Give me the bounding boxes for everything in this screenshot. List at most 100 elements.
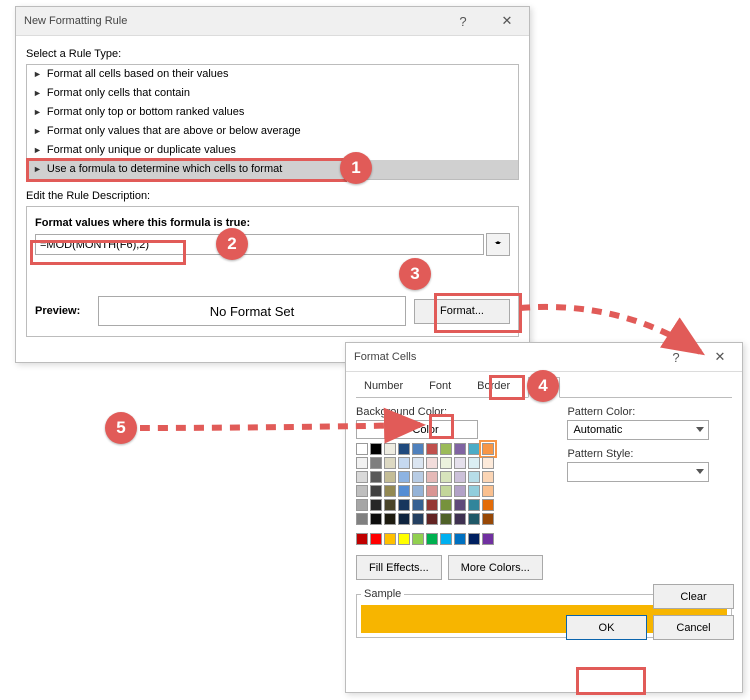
color-swatch[interactable]	[426, 443, 438, 455]
rule-type-item[interactable]: ►Format all cells based on their values	[27, 65, 518, 84]
color-swatch[interactable]	[412, 471, 424, 483]
color-swatch[interactable]	[398, 513, 410, 525]
color-swatch[interactable]	[356, 499, 368, 511]
color-swatch[interactable]	[370, 485, 382, 497]
color-swatch[interactable]	[384, 499, 396, 511]
arrow-icon: ►	[33, 107, 42, 117]
format-button[interactable]: Format...	[414, 299, 510, 324]
color-swatch[interactable]	[384, 471, 396, 483]
color-swatch[interactable]	[412, 485, 424, 497]
color-swatch[interactable]	[454, 471, 466, 483]
color-swatch[interactable]	[398, 443, 410, 455]
pattern-style-dropdown[interactable]	[567, 462, 709, 482]
fill-effects-button[interactable]: Fill Effects...	[356, 555, 442, 580]
color-swatch[interactable]	[384, 485, 396, 497]
color-swatch[interactable]	[398, 457, 410, 469]
color-swatch[interactable]	[384, 457, 396, 469]
color-swatch[interactable]	[370, 533, 382, 545]
color-swatch[interactable]	[412, 443, 424, 455]
color-swatch[interactable]	[454, 533, 466, 545]
color-swatch[interactable]	[482, 443, 494, 455]
arrow-icon: ►	[33, 88, 42, 98]
cancel-button[interactable]: Cancel	[653, 615, 734, 640]
color-swatch[interactable]	[370, 513, 382, 525]
color-swatch[interactable]	[370, 457, 382, 469]
color-swatch[interactable]	[370, 499, 382, 511]
color-swatch[interactable]	[440, 499, 452, 511]
color-swatch[interactable]	[468, 499, 480, 511]
rule-type-item[interactable]: ►Format only values that are above or be…	[27, 122, 518, 141]
color-swatch[interactable]	[454, 457, 466, 469]
help-button[interactable]: ?	[441, 7, 485, 35]
color-swatch[interactable]	[412, 513, 424, 525]
tab-border[interactable]: Border	[469, 377, 518, 398]
color-swatch[interactable]	[440, 485, 452, 497]
pattern-style-label: Pattern Style:	[567, 448, 732, 460]
color-swatch[interactable]	[356, 443, 368, 455]
no-color-button[interactable]: No Color	[356, 420, 478, 439]
color-swatch[interactable]	[454, 513, 466, 525]
tab-font[interactable]: Font	[421, 377, 459, 398]
help-button[interactable]: ?	[654, 343, 698, 371]
color-swatch[interactable]	[384, 443, 396, 455]
color-swatch[interactable]	[356, 513, 368, 525]
tab-number[interactable]: Number	[356, 377, 411, 398]
color-swatch[interactable]	[454, 443, 466, 455]
color-swatch[interactable]	[356, 485, 368, 497]
color-swatch[interactable]	[412, 457, 424, 469]
new-formatting-rule-dialog: New Formatting Rule ? ✕ Select a Rule Ty…	[15, 6, 530, 363]
color-swatch[interactable]	[426, 485, 438, 497]
color-swatch[interactable]	[440, 457, 452, 469]
color-swatch[interactable]	[370, 471, 382, 483]
dialog-title: New Formatting Rule	[24, 15, 441, 27]
color-swatch[interactable]	[482, 485, 494, 497]
clear-button[interactable]: Clear	[653, 584, 734, 609]
rule-type-item[interactable]: ►Format only unique or duplicate values	[27, 141, 518, 160]
color-swatch[interactable]	[468, 457, 480, 469]
color-swatch[interactable]	[370, 443, 382, 455]
color-swatch[interactable]	[482, 471, 494, 483]
close-button[interactable]: ✕	[698, 343, 742, 371]
color-swatch[interactable]	[384, 513, 396, 525]
collapse-dialog-button[interactable]: 🠽	[486, 233, 510, 256]
color-swatch[interactable]	[398, 499, 410, 511]
rule-type-item[interactable]: ►Format only top or bottom ranked values	[27, 103, 518, 122]
color-swatch[interactable]	[384, 533, 396, 545]
ok-button[interactable]: OK	[566, 615, 647, 640]
color-swatch[interactable]	[398, 485, 410, 497]
rule-type-item-selected[interactable]: ►Use a formula to determine which cells …	[27, 160, 518, 179]
color-swatch[interactable]	[468, 513, 480, 525]
color-swatch[interactable]	[468, 443, 480, 455]
color-swatch[interactable]	[454, 485, 466, 497]
color-swatch[interactable]	[482, 533, 494, 545]
color-swatch[interactable]	[482, 513, 494, 525]
pattern-color-dropdown[interactable]: Automatic	[567, 420, 709, 440]
color-swatch[interactable]	[482, 457, 494, 469]
color-swatch[interactable]	[440, 513, 452, 525]
color-swatch[interactable]	[468, 485, 480, 497]
rule-type-item[interactable]: ►Format only cells that contain	[27, 84, 518, 103]
color-swatch[interactable]	[426, 513, 438, 525]
color-swatch[interactable]	[482, 499, 494, 511]
color-swatch[interactable]	[356, 457, 368, 469]
color-swatch[interactable]	[468, 533, 480, 545]
more-colors-button[interactable]: More Colors...	[448, 555, 543, 580]
color-swatch[interactable]	[426, 533, 438, 545]
color-swatch[interactable]	[412, 499, 424, 511]
color-swatch[interactable]	[398, 471, 410, 483]
annotation-badge: 4	[527, 370, 559, 402]
color-swatch[interactable]	[440, 533, 452, 545]
color-swatch[interactable]	[468, 471, 480, 483]
color-swatch[interactable]	[412, 533, 424, 545]
color-swatch[interactable]	[454, 499, 466, 511]
color-swatch[interactable]	[440, 443, 452, 455]
color-swatch[interactable]	[356, 533, 368, 545]
color-swatch[interactable]	[426, 457, 438, 469]
color-swatch[interactable]	[440, 471, 452, 483]
formula-input[interactable]	[35, 234, 484, 255]
color-swatch[interactable]	[356, 471, 368, 483]
close-button[interactable]: ✕	[485, 7, 529, 35]
color-swatch[interactable]	[398, 533, 410, 545]
color-swatch[interactable]	[426, 499, 438, 511]
color-swatch[interactable]	[426, 471, 438, 483]
